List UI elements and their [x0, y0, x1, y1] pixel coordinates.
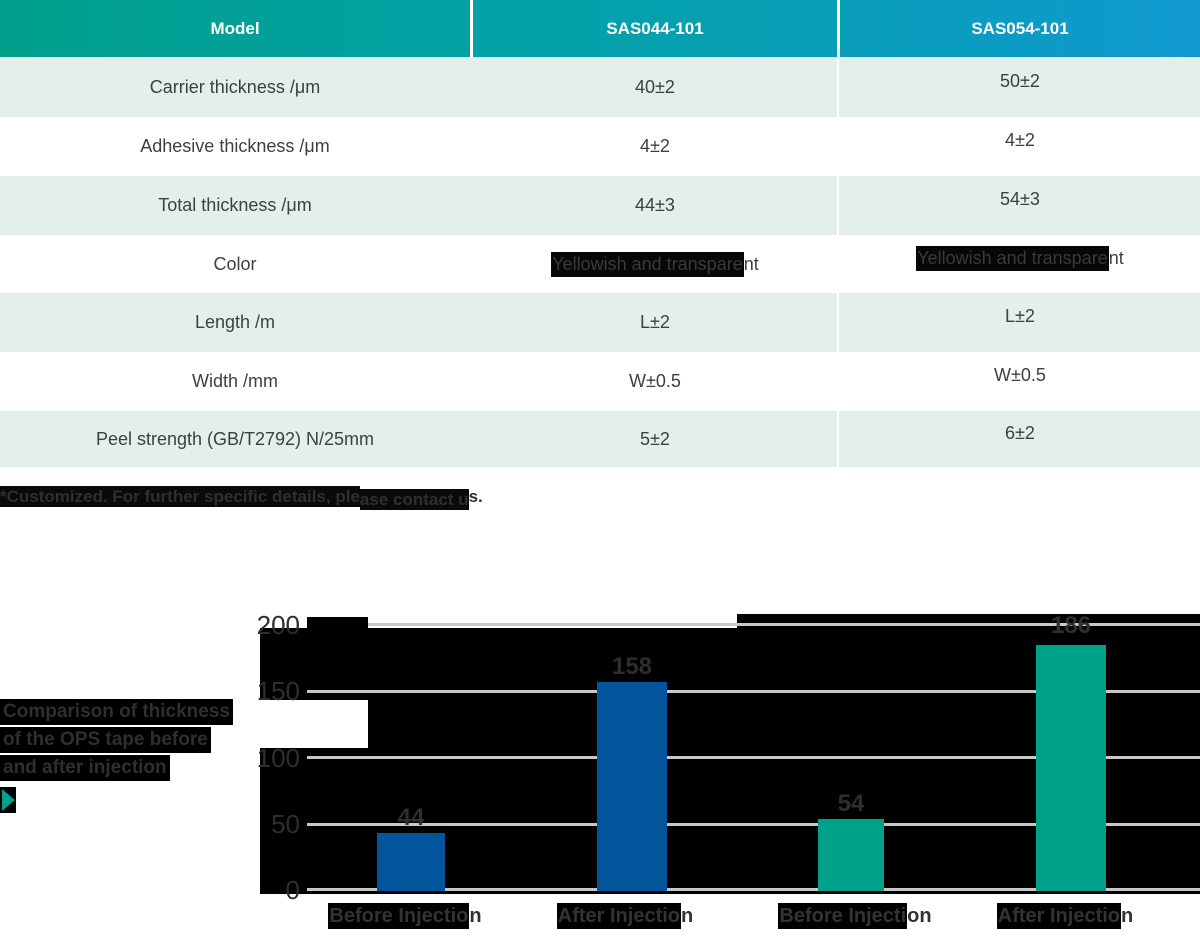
- cell-value: 54±3: [840, 170, 1200, 229]
- table-row: Peel strength (GB/T2792) N/25mm 5±2 6±2: [0, 411, 1200, 467]
- text-tail: n: [681, 905, 693, 927]
- value-label: 44: [377, 804, 445, 832]
- row-label: Total thickness /μm: [0, 176, 470, 235]
- y-tick-label: 200: [230, 611, 300, 639]
- highlighted-text: After Injectio: [997, 903, 1121, 929]
- row-label: Peel strength (GB/T2792) N/25mm: [0, 411, 470, 467]
- cell-value: L±2: [840, 287, 1200, 346]
- cell-value: W±0.5: [473, 352, 837, 411]
- header-cell-sas044: SAS044-101: [473, 0, 837, 57]
- value-label: 158: [590, 653, 674, 681]
- row-label: Length /m: [0, 293, 470, 352]
- bar-sas044-before: [377, 833, 445, 891]
- cell-value: Yellowish and transparent: [473, 235, 837, 293]
- cell-value: 4±2: [840, 111, 1200, 170]
- plot-area-right: [737, 614, 1200, 894]
- cell-value: 50±2: [840, 51, 1200, 111]
- y-tick-label: 150: [230, 677, 300, 705]
- highlighted-text: *Customized. For further specific detail…: [0, 486, 360, 507]
- chart-title: Comparison of thickness of the OPS tape …: [0, 699, 233, 783]
- row-label: Carrier thickness /μm: [0, 57, 470, 117]
- y-tick-label: 50: [230, 810, 300, 838]
- y-tick-label: 0: [230, 876, 300, 904]
- table-row: Adhesive thickness /μm 4±2 4±2: [0, 117, 1200, 176]
- header-divider: [837, 0, 840, 57]
- text-tail: on: [907, 905, 931, 927]
- tick-bar-200: [307, 617, 368, 628]
- table-row: Width /mm W±0.5 W±0.5: [0, 352, 1200, 411]
- cell-value: 6±2: [840, 405, 1200, 461]
- x-tick-label: After Injection: [515, 903, 735, 929]
- header-cell-sas054: SAS054-101: [840, 0, 1200, 57]
- table-row: Carrier thickness /μm 40±2 50±2: [0, 57, 1200, 117]
- highlighted-text: Before Injecti: [778, 903, 907, 929]
- value-label: 54: [818, 790, 884, 818]
- text-tail: nt: [1109, 248, 1124, 269]
- highlighted-text: Yellowish and transpare: [551, 252, 743, 277]
- table-row: Total thickness /μm 44±3 54±3: [0, 176, 1200, 235]
- chart-title-line: of the OPS tape before: [0, 727, 211, 753]
- bar-sas044-after: [597, 682, 667, 891]
- x-tick-label: Before Injection: [295, 903, 515, 929]
- table-header-row: Model SAS044-101 SAS054-101: [0, 0, 1200, 57]
- value-label: 186: [1030, 612, 1112, 640]
- row-label: Width /mm: [0, 352, 470, 411]
- cell-value: 44±3: [473, 176, 837, 235]
- highlighted-text: ase contact u: [360, 489, 469, 510]
- x-tick-label: Before Injection: [745, 903, 965, 929]
- text-tail: s.: [469, 487, 483, 506]
- cell-value: 5±2: [473, 411, 837, 467]
- cell-value: 4±2: [473, 117, 837, 176]
- x-tick-label: After Injection: [955, 903, 1175, 929]
- cell-value: Yellowish and transparent: [840, 229, 1200, 287]
- table-row: Length /m L±2 L±2: [0, 293, 1200, 352]
- chart-title-line: and after injection: [0, 755, 170, 781]
- highlighted-text: Before Injectio: [328, 903, 469, 929]
- bar-sas054-after: [1036, 645, 1106, 891]
- chart-title-line: Comparison of thickness: [0, 699, 233, 725]
- product-spec-page: Model SAS044-101 SAS054-101 Carrier thic…: [0, 0, 1200, 949]
- highlighted-text: Yellowish and transpare: [916, 246, 1108, 271]
- row-label: Color: [0, 235, 470, 293]
- header-cell-model: Model: [0, 0, 470, 57]
- cell-value: W±0.5: [840, 346, 1200, 405]
- footnote: *Customized. For further specific detail…: [0, 484, 483, 510]
- text-tail: n: [1121, 905, 1133, 927]
- text-tail: n: [469, 905, 481, 927]
- cell-value: L±2: [473, 293, 837, 352]
- triangle-bullet-icon: [0, 787, 16, 813]
- text-tail: nt: [744, 254, 759, 275]
- table-row: Color Yellowish and transparent Yellowis…: [0, 235, 1200, 293]
- row-label: Adhesive thickness /μm: [0, 117, 470, 176]
- play-triangle-icon: [2, 789, 15, 811]
- bar-sas054-before: [818, 819, 884, 891]
- plot-white-notch: [260, 700, 368, 748]
- cell-value: 40±2: [473, 57, 837, 117]
- y-tick-label: 100: [230, 744, 300, 772]
- body-column-divider: [837, 57, 839, 467]
- header-divider: [470, 0, 473, 57]
- highlighted-text: After Injectio: [557, 903, 681, 929]
